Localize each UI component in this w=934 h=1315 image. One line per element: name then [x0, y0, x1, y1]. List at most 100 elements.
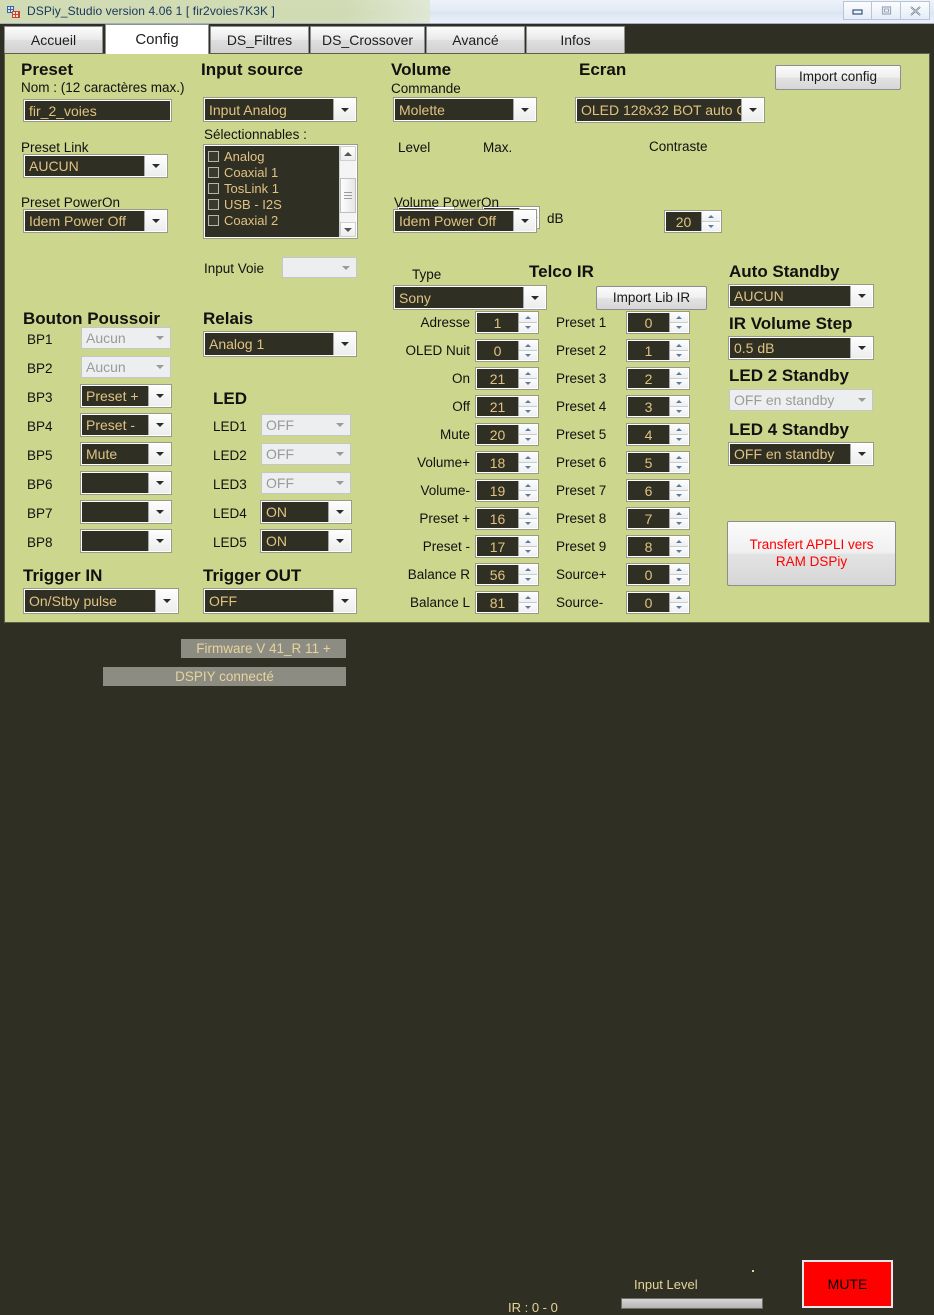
led4-dropdown[interactable]: ON — [261, 501, 351, 523]
telco-mute-stepper[interactable]: 20 — [476, 424, 538, 445]
stepper-up-icon[interactable] — [670, 313, 688, 323]
telco-balance-l-stepper[interactable]: 81 — [476, 592, 538, 613]
bp3-dropdown[interactable]: Preset + — [81, 385, 171, 407]
stepper-down-icon[interactable] — [670, 351, 688, 360]
close-icon[interactable] — [901, 1, 930, 20]
checkbox-icon[interactable] — [208, 150, 219, 162]
telco-preset9-stepper[interactable]: 8 — [627, 536, 689, 557]
stepper-down-icon[interactable] — [519, 379, 537, 388]
stepper-buttons[interactable] — [701, 212, 720, 231]
telco-adresse-stepper[interactable]: 1 — [476, 312, 538, 333]
input-selectables-list[interactable]: Analog Coaxial 1 TosLink 1 USB - I2S Coa… — [204, 145, 357, 238]
stepper-up-icon[interactable] — [670, 593, 688, 603]
volume-poweron-dropdown[interactable]: Idem Power Off — [394, 210, 536, 232]
stepper-down-icon[interactable] — [519, 351, 537, 360]
preset-name-input[interactable]: fir_2_voies — [24, 100, 171, 121]
stepper-up-icon[interactable] — [670, 481, 688, 491]
led3-dropdown[interactable]: OFF — [261, 472, 351, 494]
stepper-up-icon[interactable] — [519, 481, 537, 491]
preset-link-dropdown[interactable]: AUCUN — [24, 155, 167, 177]
tab-accueil[interactable]: Accueil — [4, 26, 103, 53]
led2-dropdown[interactable]: OFF — [261, 443, 351, 465]
volume-commande-dropdown[interactable]: Molette — [394, 98, 536, 121]
telco-type-dropdown[interactable]: Sony — [394, 286, 546, 309]
tab-avance[interactable]: Avancé — [426, 26, 525, 53]
led2-standby-dropdown[interactable]: OFF en standby — [729, 389, 873, 411]
checkbox-icon[interactable] — [208, 182, 219, 194]
stepper-down-icon[interactable] — [670, 407, 688, 416]
stepper-down-icon[interactable] — [519, 463, 537, 472]
stepper-up-icon[interactable] — [670, 397, 688, 407]
telco-source-plus-stepper[interactable]: 0 — [627, 564, 689, 585]
telco-balance-r-stepper[interactable]: 56 — [476, 564, 538, 585]
telco-preset2-stepper[interactable]: 1 — [627, 340, 689, 361]
bp4-dropdown[interactable]: Preset - — [81, 414, 171, 436]
list-item[interactable]: TosLink 1 — [208, 180, 339, 196]
stepper-down-icon[interactable] — [519, 323, 537, 332]
mute-button[interactable]: MUTE — [802, 1260, 893, 1308]
ir-volume-step-dropdown[interactable]: 0.5 dB — [729, 337, 873, 359]
list-item[interactable]: USB - I2S — [208, 196, 339, 212]
stepper-up-icon[interactable] — [670, 425, 688, 435]
bp1-dropdown[interactable]: Aucun — [81, 327, 171, 349]
stepper-down-icon[interactable] — [519, 575, 537, 584]
telco-preset3-stepper[interactable]: 2 — [627, 368, 689, 389]
ecran-display-dropdown[interactable]: OLED 128x32 BOT auto C — [576, 98, 764, 122]
scroll-down-icon[interactable] — [340, 222, 356, 237]
bp2-dropdown[interactable]: Aucun — [81, 356, 171, 378]
telco-volume-minus-stepper[interactable]: 19 — [476, 480, 538, 501]
trigger-in-dropdown[interactable]: On/Stby pulse — [24, 589, 178, 613]
telco-oled-nuit-stepper[interactable]: 0 — [476, 340, 538, 361]
stepper-down-icon[interactable] — [519, 407, 537, 416]
stepper-down-icon[interactable] — [670, 575, 688, 584]
trigger-out-dropdown[interactable]: OFF — [204, 589, 356, 613]
stepper-up-icon[interactable] — [670, 369, 688, 379]
telco-preset6-stepper[interactable]: 5 — [627, 452, 689, 473]
contraste-stepper[interactable]: 20 — [665, 211, 721, 232]
stepper-up-icon[interactable] — [519, 565, 537, 575]
telco-preset-minus-stepper[interactable]: 17 — [476, 536, 538, 557]
list-item[interactable]: Coaxial 1 — [208, 164, 339, 180]
telco-preset5-stepper[interactable]: 4 — [627, 424, 689, 445]
bp5-dropdown[interactable]: Mute — [81, 443, 171, 465]
preset-poweron-dropdown[interactable]: Idem Power Off — [24, 210, 167, 232]
stepper-up-icon[interactable] — [670, 565, 688, 575]
stepper-down-icon[interactable] — [670, 379, 688, 388]
import-config-button[interactable]: Import config — [775, 65, 901, 90]
list-scrollbar[interactable] — [339, 146, 356, 237]
stepper-up-icon[interactable] — [519, 369, 537, 379]
stepper-up-icon[interactable] — [519, 593, 537, 603]
tab-ds-filtres[interactable]: DS_Filtres — [210, 26, 309, 53]
bp8-dropdown[interactable] — [81, 530, 171, 552]
scroll-up-icon[interactable] — [340, 146, 356, 161]
stepper-up-icon[interactable] — [519, 537, 537, 547]
stepper-down-icon[interactable] — [519, 547, 537, 556]
list-item[interactable]: Coaxial 2 — [208, 212, 339, 228]
restore-icon[interactable] — [872, 1, 901, 20]
tab-infos[interactable]: Infos — [526, 26, 625, 53]
stepper-down-icon[interactable] — [702, 222, 720, 231]
tab-ds-crossover[interactable]: DS_Crossover — [310, 26, 425, 53]
stepper-up-icon[interactable] — [519, 313, 537, 323]
telco-volume-plus-stepper[interactable]: 18 — [476, 452, 538, 473]
stepper-up-icon[interactable] — [670, 453, 688, 463]
stepper-down-icon[interactable] — [670, 323, 688, 332]
stepper-down-icon[interactable] — [670, 463, 688, 472]
telco-source-minus-stepper[interactable]: 0 — [627, 592, 689, 613]
telco-preset8-stepper[interactable]: 7 — [627, 508, 689, 529]
stepper-up-icon[interactable] — [519, 453, 537, 463]
stepper-up-icon[interactable] — [519, 397, 537, 407]
telco-preset-plus-stepper[interactable]: 16 — [476, 508, 538, 529]
stepper-up-icon[interactable] — [670, 341, 688, 351]
telco-off-stepper[interactable]: 21 — [476, 396, 538, 417]
stepper-up-icon[interactable] — [702, 212, 720, 222]
telco-preset1-stepper[interactable]: 0 — [627, 312, 689, 333]
telco-on-stepper[interactable]: 21 — [476, 368, 538, 389]
input-source-dropdown[interactable]: Input Analog — [204, 98, 356, 121]
tab-config[interactable]: Config — [105, 24, 209, 54]
stepper-up-icon[interactable] — [519, 341, 537, 351]
stepper-down-icon[interactable] — [670, 491, 688, 500]
stepper-down-icon[interactable] — [670, 519, 688, 528]
stepper-down-icon[interactable] — [519, 603, 537, 612]
led4-standby-dropdown[interactable]: OFF en standby — [729, 443, 873, 465]
